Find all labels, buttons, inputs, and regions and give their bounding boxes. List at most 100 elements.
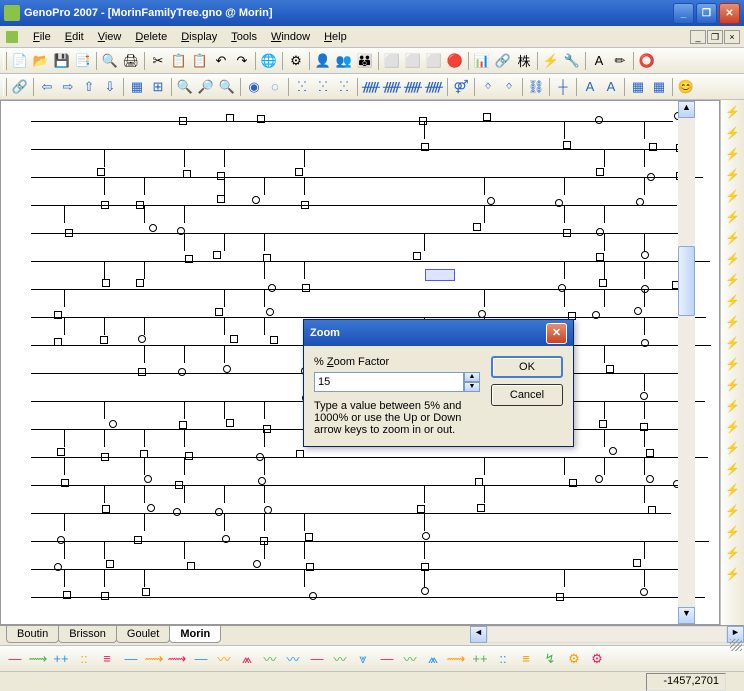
toolbtn-btb-7[interactable]: ⟿ [143,649,165,669]
toolbtn-btb-4[interactable]: ≡ [96,649,118,669]
toolbtn-tb2-36[interactable]: A [601,77,621,97]
toolbtn-btb-16[interactable]: — [306,649,328,669]
toolbtn-rtb-5[interactable]: ⚡ [723,207,743,227]
menu-file[interactable]: File [26,29,58,45]
toolbtn-rtb-4[interactable]: ⚡ [723,186,743,206]
toolbtn-tb1-6[interactable]: 🖨 [121,51,141,71]
scroll-thumb[interactable] [678,246,695,316]
mdi-close-button[interactable]: × [724,30,740,44]
scroll-down-button[interactable]: ▼ [678,607,695,624]
dialog-titlebar[interactable]: Zoom ✕ [304,320,573,346]
toolbtn-tb2-2[interactable]: ⇦ [37,77,57,97]
toolbtn-btb-27[interactable]: ≡ [515,649,537,669]
toolbtn-tb1-20[interactable]: 👪 [355,51,375,71]
toolbtn-btb-29[interactable]: ↯ [539,649,561,669]
toolbtn-tb2-29[interactable]: ᛜ [499,77,519,97]
toolbtn-tb2-33[interactable]: ┼ [553,77,573,97]
hscroll-left-button[interactable]: ◄ [470,626,487,643]
toolbtn-btb-12[interactable]: ⩕ [236,649,258,669]
resize-grip-icon[interactable] [730,639,742,651]
toolbtn-rtb-0[interactable]: ⚡ [723,102,743,122]
toolbtn-rtb-19[interactable]: ⚡ [723,501,743,521]
toolbtn-btb-20[interactable]: — [376,649,398,669]
toolbtn-tb2-35[interactable]: A [580,77,600,97]
toolbtn-tb2-15[interactable]: ◌ [265,77,285,97]
toolbtn-btb-14[interactable]: 〰 [282,649,304,669]
toolbtn-tb1-22[interactable]: ⬜ [382,51,402,71]
toolbtn-rtb-21[interactable]: ⚡ [723,543,743,563]
zoom-input[interactable] [314,372,464,392]
tab-goulet[interactable]: Goulet [116,626,170,643]
toolbtn-tb1-23[interactable]: ⬜ [403,51,423,71]
spin-up-button[interactable]: ▲ [464,372,480,382]
toolbtn-btb-11[interactable]: 〰 [213,649,235,669]
toolbtn-rtb-16[interactable]: ⚡ [723,438,743,458]
toolbtn-tb2-0[interactable]: 🔗 [10,77,30,97]
toolbtn-rtb-12[interactable]: ⚡ [723,354,743,374]
toolbtn-tb2-4[interactable]: ⇧ [79,77,99,97]
menu-help[interactable]: Help [317,29,354,45]
toolbtn-rtb-9[interactable]: ⚡ [723,291,743,311]
toolbtn-tb2-24[interactable]: ᚏ [424,77,444,97]
ok-button[interactable]: OK [491,356,563,378]
toolbtn-tb1-0[interactable]: 📄 [10,51,30,71]
menu-delete[interactable]: Delete [128,29,174,45]
toolbtn-tb2-8[interactable]: ⊞ [148,77,168,97]
toolbtn-tb2-5[interactable]: ⇩ [100,77,120,97]
mdi-minimize-button[interactable]: _ [690,30,706,44]
toolbtn-tb2-18[interactable]: ⵘ [313,77,333,97]
toolbtn-tb1-34[interactable]: A [589,51,609,71]
toolbtn-rtb-20[interactable]: ⚡ [723,522,743,542]
menu-edit[interactable]: Edit [58,29,91,45]
toolbtn-btb-32[interactable]: ⚙ [586,649,608,669]
toolbtn-tb1-28[interactable]: 🔗 [493,51,513,71]
toolbtn-tb2-7[interactable]: ▦ [127,77,147,97]
toolbtn-rtb-13[interactable]: ⚡ [723,375,743,395]
toolbtn-tb2-19[interactable]: ⵘ [334,77,354,97]
scroll-up-button[interactable]: ▲ [678,101,695,118]
toolbtn-tb2-21[interactable]: ᚏ [361,77,381,97]
toolbtn-btb-1[interactable]: ⟿ [27,649,49,669]
toolbtn-btb-25[interactable]: ++ [469,649,491,669]
close-button[interactable]: ✕ [719,3,740,24]
toolbtn-tb1-27[interactable]: 📊 [472,51,492,71]
toolbtn-rtb-10[interactable]: ⚡ [723,312,743,332]
toolbtn-rtb-14[interactable]: ⚡ [723,396,743,416]
toolbtn-rtb-2[interactable]: ⚡ [723,144,743,164]
vertical-scrollbar[interactable]: ▲ ▼ [678,101,695,624]
toolbtn-btb-23[interactable]: ⟿ [445,649,467,669]
toolbtn-tb2-22[interactable]: ᚏ [382,77,402,97]
minimize-button[interactable]: _ [673,3,694,24]
toolbtn-tb2-12[interactable]: 🔍 [217,77,237,97]
toolbtn-btb-0[interactable]: — [4,649,26,669]
toolbtn-rtb-17[interactable]: ⚡ [723,459,743,479]
toolbtn-tb1-2[interactable]: 💾 [52,51,72,71]
maximize-button[interactable]: ❐ [696,3,717,24]
menu-tools[interactable]: Tools [224,29,264,45]
toolbtn-tb1-16[interactable]: ⚙ [286,51,306,71]
toolbtn-rtb-18[interactable]: ⚡ [723,480,743,500]
toolbtn-tb2-3[interactable]: ⇨ [58,77,78,97]
toolbtn-rtb-22[interactable]: ⚡ [723,564,743,584]
toolbtn-btb-17[interactable]: 〰 [329,649,351,669]
toolbtn-btb-21[interactable]: 〰 [399,649,421,669]
toolbtn-tb1-18[interactable]: 👤 [313,51,333,71]
toolbtn-tb1-5[interactable]: 🔍 [100,51,120,71]
toolbtn-tb2-26[interactable]: ⚤ [451,77,471,97]
toolbtn-tb2-17[interactable]: ⵘ [292,77,312,97]
toolbtn-rtb-6[interactable]: ⚡ [723,228,743,248]
toolbtn-btb-2[interactable]: ++ [50,649,72,669]
tab-morin[interactable]: Morin [169,626,221,643]
toolbtn-tb1-11[interactable]: ↶ [211,51,231,71]
toolbtn-btb-10[interactable]: — [190,649,212,669]
toolbtn-btb-6[interactable]: — [120,649,142,669]
cancel-button[interactable]: Cancel [491,384,563,406]
toolbtn-tb1-29[interactable]: 株 [514,51,534,71]
toolbtn-btb-8[interactable]: ⟿ [166,649,188,669]
toolbtn-tb1-1[interactable]: 📂 [31,51,51,71]
toolbtn-tb1-35[interactable]: ✏ [610,51,630,71]
toolbtn-tb2-23[interactable]: ᚏ [403,77,423,97]
toolbtn-tb1-12[interactable]: ↷ [232,51,252,71]
toolbtn-btb-26[interactable]: :: [492,649,514,669]
toolbtn-tb1-8[interactable]: ✂ [148,51,168,71]
